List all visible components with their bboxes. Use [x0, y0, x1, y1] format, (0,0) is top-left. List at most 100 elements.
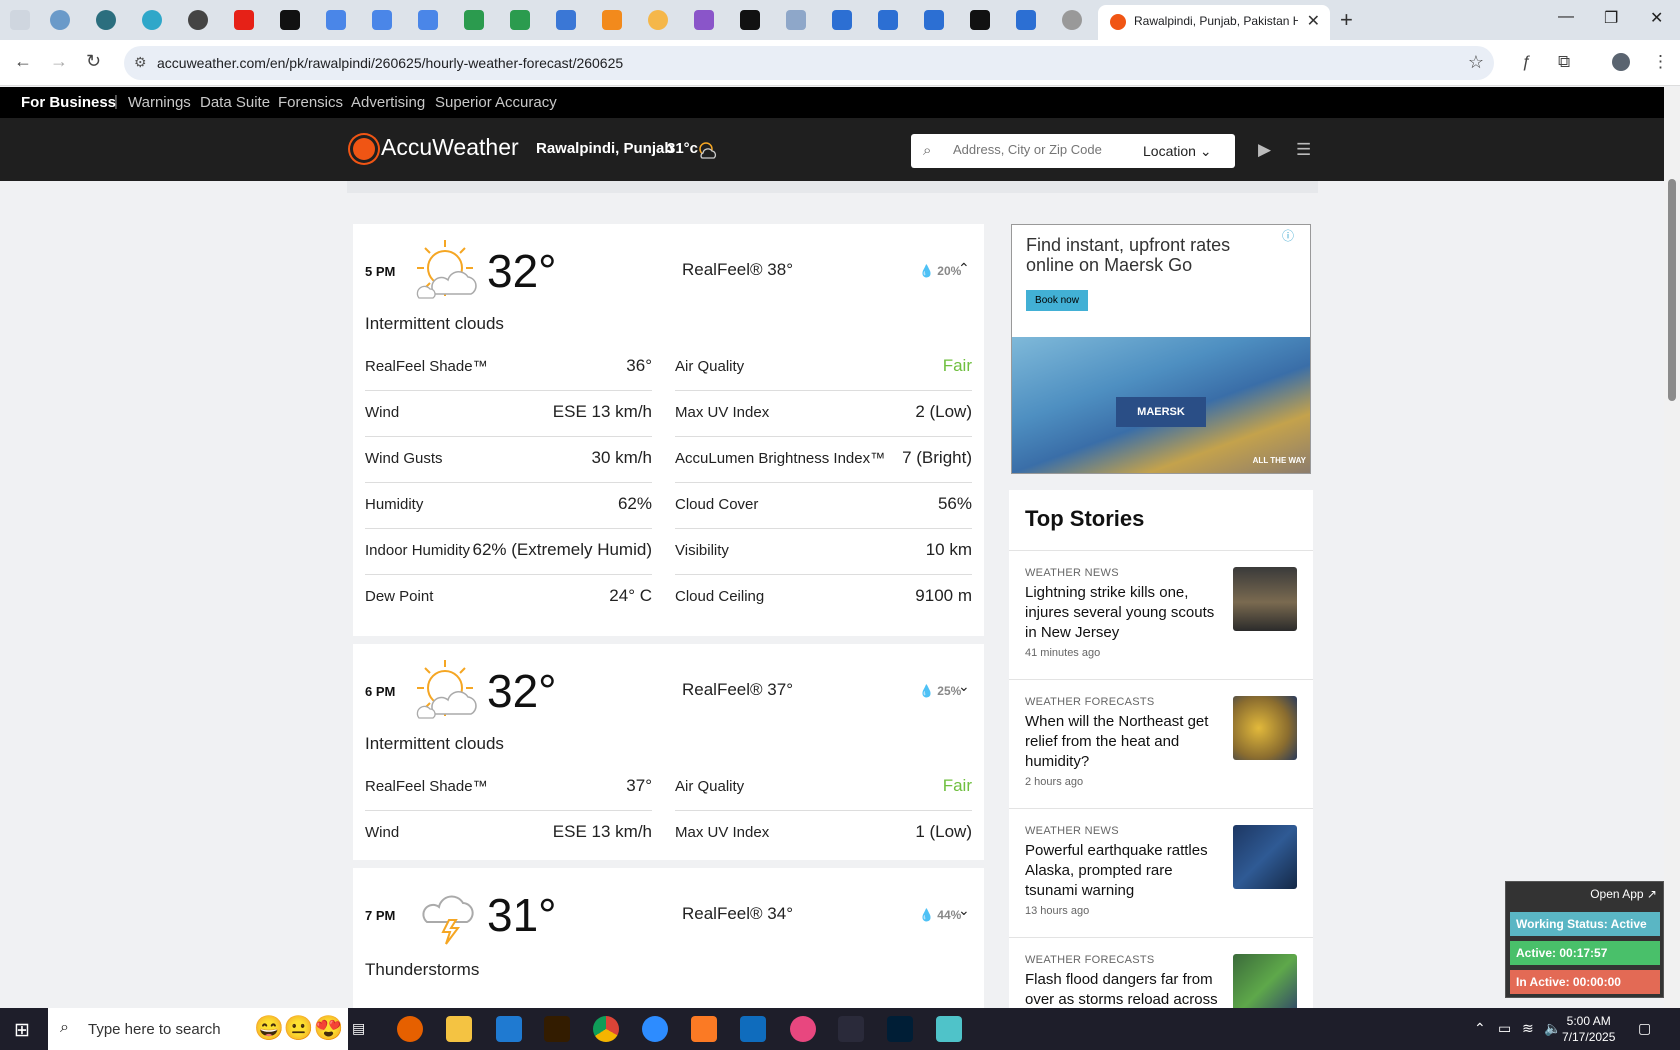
- tab-favicon[interactable]: [924, 10, 944, 30]
- page-scrollbar[interactable]: [1664, 87, 1680, 1008]
- firefox-app-icon[interactable]: [397, 1016, 423, 1042]
- taskbar-search-placeholder[interactable]: Type here to search: [88, 1021, 221, 1038]
- tab-favicon[interactable]: [280, 10, 300, 30]
- ad-info-icon[interactable]: ⓘ: [1282, 227, 1294, 244]
- ad-headline[interactable]: Find instant, upfront rates online on Ma…: [1026, 235, 1266, 275]
- air-quality-value[interactable]: Fair: [943, 776, 972, 796]
- collapse-chevron-icon[interactable]: ⌃: [958, 260, 970, 277]
- menu-kebab-icon[interactable]: ⋮: [1652, 52, 1669, 72]
- superior-accuracy-link[interactable]: Superior Accuracy: [435, 94, 557, 111]
- hamburger-menu-icon[interactable]: ☰: [1296, 140, 1311, 160]
- wifi-icon[interactable]: ≋: [1522, 1020, 1534, 1037]
- forensics-link[interactable]: Forensics: [278, 94, 343, 111]
- tab-favicon[interactable]: [602, 10, 622, 30]
- story-title[interactable]: Lightning strike kills one, injures seve…: [1025, 583, 1221, 643]
- story-thumbnail[interactable]: [1233, 954, 1297, 1010]
- tab-favicon[interactable]: [1016, 10, 1036, 30]
- chrome-app-icon[interactable]: [593, 1016, 619, 1042]
- tab-favicon[interactable]: [740, 10, 760, 30]
- network-icon[interactable]: ▭: [1498, 1020, 1511, 1037]
- new-tab-button[interactable]: +: [1340, 7, 1353, 33]
- tab-favicon[interactable]: [694, 10, 714, 30]
- scrollbar-thumb[interactable]: [1668, 179, 1676, 401]
- location-dropdown-button[interactable]: Location ⌄: [1143, 143, 1212, 160]
- story-title[interactable]: When will the Northeast get relief from …: [1025, 712, 1221, 772]
- tab-favicon[interactable]: [510, 10, 530, 30]
- current-location[interactable]: Rawalpindi, Punjab: [536, 140, 674, 157]
- maersk-advertisement[interactable]: Find instant, upfront rates online on Ma…: [1011, 224, 1311, 474]
- pen-tool-app-icon[interactable]: [838, 1016, 864, 1042]
- photoshop-app-icon[interactable]: [887, 1016, 913, 1042]
- task-view-icon[interactable]: ▤: [352, 1020, 365, 1037]
- tab-favicon[interactable]: [648, 10, 668, 30]
- file-explorer-app-icon[interactable]: [446, 1016, 472, 1042]
- expand-chevron-icon[interactable]: ⌄: [958, 678, 970, 695]
- accuweather-sun-logo-icon[interactable]: [353, 138, 375, 160]
- app-icon[interactable]: [936, 1016, 962, 1042]
- active-tab[interactable]: Rawalpindi, Punjab, Pakistan Hourly Weat…: [1098, 5, 1330, 40]
- air-quality-value[interactable]: Fair: [943, 356, 972, 376]
- tab-favicon[interactable]: [234, 10, 254, 30]
- tab-favicon[interactable]: [188, 10, 208, 30]
- notifications-icon[interactable]: ▢: [1638, 1020, 1651, 1037]
- close-window-icon[interactable]: ✕: [1650, 8, 1663, 28]
- warnings-link[interactable]: Warnings: [128, 94, 191, 111]
- vscode-app-icon[interactable]: [496, 1016, 522, 1042]
- tray-chevron-up-icon[interactable]: ⌃: [1474, 1020, 1486, 1037]
- tab-favicon[interactable]: [326, 10, 346, 30]
- tab-favicon[interactable]: [878, 10, 898, 30]
- tab-favicon[interactable]: [96, 10, 116, 30]
- story-thumbnail[interactable]: [1233, 696, 1297, 760]
- tab-favicon[interactable]: [50, 10, 70, 30]
- zoom-app-icon[interactable]: [642, 1016, 668, 1042]
- forward-icon[interactable]: →: [50, 51, 68, 72]
- story-item[interactable]: WEATHER NEWS Powerful earthquake rattles…: [1009, 808, 1313, 937]
- accuweather-logo[interactable]: AccuWeather: [381, 134, 519, 161]
- xampp-app-icon[interactable]: [691, 1016, 717, 1042]
- tab-favicon[interactable]: [418, 10, 438, 30]
- story-thumbnail[interactable]: [1233, 825, 1297, 889]
- tab-favicon[interactable]: [786, 10, 806, 30]
- story-title[interactable]: Flash flood dangers far from over as sto…: [1025, 970, 1221, 1010]
- address-bar[interactable]: ⚙ accuweather.com/en/pk/rawalpindi/26062…: [124, 46, 1494, 80]
- site-info-icon[interactable]: ⚙: [134, 54, 147, 71]
- advertising-link[interactable]: Advertising: [351, 94, 425, 111]
- story-title[interactable]: Powerful earthquake rattles Alaska, prom…: [1025, 841, 1221, 901]
- restore-icon[interactable]: ❐: [1604, 8, 1618, 28]
- extensions-puzzle-icon[interactable]: ⧉: [1558, 52, 1570, 72]
- outlook-app-icon[interactable]: [740, 1016, 766, 1042]
- bookmark-star-icon[interactable]: ☆: [1468, 52, 1484, 73]
- video-icon[interactable]: ▶: [1258, 140, 1271, 160]
- profile-avatar-icon[interactable]: [1612, 53, 1630, 71]
- ad-port-image[interactable]: MAERSK ALL THE WAY: [1012, 337, 1310, 473]
- tab-favicon[interactable]: [556, 10, 576, 30]
- story-item[interactable]: WEATHER FORECASTS Flash flood dangers fa…: [1009, 937, 1313, 1010]
- windows-start-icon[interactable]: ⊞: [14, 1019, 30, 1042]
- extension-icon[interactable]: ƒ: [1522, 52, 1531, 72]
- open-app-button[interactable]: Open App ↗: [1590, 887, 1657, 901]
- tab-search-icon[interactable]: [10, 10, 30, 30]
- search-input[interactable]: [953, 142, 1113, 157]
- creative-cloud-app-icon[interactable]: [790, 1016, 816, 1042]
- data-suite-link[interactable]: Data Suite: [200, 94, 270, 111]
- url-text[interactable]: accuweather.com/en/pk/rawalpindi/260625/…: [157, 55, 623, 71]
- tab-favicon[interactable]: [1062, 10, 1082, 30]
- story-thumbnail[interactable]: [1233, 567, 1297, 631]
- tab-favicon[interactable]: [464, 10, 484, 30]
- story-item[interactable]: WEATHER NEWS Lightning strike kills one,…: [1009, 550, 1313, 679]
- tab-favicon[interactable]: [970, 10, 990, 30]
- for-business-link[interactable]: For Business: [21, 94, 116, 111]
- reload-icon[interactable]: ↻: [86, 51, 101, 72]
- illustrator-app-icon[interactable]: [544, 1016, 570, 1042]
- story-item[interactable]: WEATHER FORECASTS When will the Northeas…: [1009, 679, 1313, 808]
- tab-favicon[interactable]: [832, 10, 852, 30]
- volume-icon[interactable]: 🔈: [1544, 1020, 1561, 1037]
- taskbar-search[interactable]: ⌕ Type here to search 😄😐😍: [48, 1008, 348, 1050]
- back-icon[interactable]: ←: [14, 51, 32, 72]
- tab-favicon[interactable]: [142, 10, 162, 30]
- minimize-icon[interactable]: —: [1558, 8, 1574, 26]
- taskbar-clock[interactable]: 5:00 AM 7/17/2025: [1562, 1013, 1615, 1045]
- expand-chevron-icon[interactable]: ⌄: [958, 902, 970, 919]
- tab-favicon[interactable]: [372, 10, 392, 30]
- ad-book-now-button[interactable]: Book now: [1026, 290, 1088, 311]
